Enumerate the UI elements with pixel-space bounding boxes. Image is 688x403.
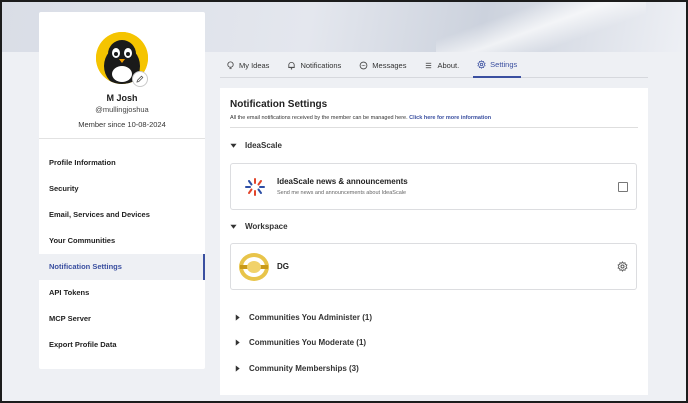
item-description: Send me news and announcements about Ide… (277, 190, 407, 196)
notification-settings-panel: Notification Settings All the email noti… (220, 88, 648, 395)
profile-card: M Josh @mullingjoshua Member since 10-08… (39, 12, 205, 369)
menu-item-notification-settings[interactable]: Notification Settings (39, 254, 205, 280)
caret-right-icon (235, 314, 240, 321)
bell-icon (288, 62, 296, 70)
profile-handle: @mullingjoshua (95, 105, 149, 114)
workspace-logo-icon (239, 253, 269, 281)
tab-messages[interactable]: Messages (355, 54, 410, 78)
profile-name: M Josh (106, 93, 138, 103)
tab-label: Notifications (300, 61, 342, 70)
community-memberships-toggle[interactable]: Community Memberships (3) (234, 364, 359, 373)
workspace-item: DG (230, 243, 637, 290)
profile-menu: Profile Information Security Email, Serv… (39, 150, 205, 358)
tab-label: Settings (490, 60, 518, 69)
banner-decoration (436, 2, 646, 52)
workspace-settings-gear-icon[interactable] (617, 261, 628, 272)
caret-right-icon (235, 339, 240, 346)
page-title: Notification Settings (230, 99, 328, 110)
menu-item-your-communities[interactable]: Your Communities (39, 228, 205, 254)
lightbulb-icon (227, 61, 234, 70)
chat-bubble-icon (359, 61, 368, 70)
edit-avatar-button[interactable] (132, 71, 148, 87)
page-description: All the email notifications received by … (230, 115, 491, 121)
caret-right-icon (235, 365, 240, 372)
tab-label: About. (437, 61, 460, 70)
pencil-icon (136, 75, 144, 83)
collapsible-label: Communities You Moderate (1) (249, 338, 367, 347)
collapsible-label: Community Memberships (3) (249, 364, 359, 373)
menu-item-api-tokens[interactable]: API Tokens (39, 280, 205, 306)
list-icon (426, 62, 432, 69)
profile-tabs: My Ideas Notifications Messages About. S… (220, 54, 648, 78)
description-text: All the email notifications received by … (230, 115, 408, 121)
divider (39, 138, 205, 139)
tab-label: Messages (372, 61, 407, 70)
app-frame: M Josh @mullingjoshua Member since 10-08… (0, 0, 688, 403)
menu-item-security[interactable]: Security (39, 176, 205, 202)
communities-moderate-toggle[interactable]: Communities You Moderate (1) (234, 338, 366, 347)
ideascale-section-toggle[interactable]: IdeaScale (230, 141, 282, 150)
more-info-link[interactable]: Click here for more information (409, 115, 491, 121)
caret-down-icon (230, 143, 237, 148)
ideascale-logo-icon (245, 178, 265, 196)
workspace-section-toggle[interactable]: Workspace (230, 222, 288, 231)
menu-item-export-profile-data[interactable]: Export Profile Data (39, 332, 205, 358)
tab-about[interactable]: About. (420, 54, 463, 78)
member-since: Member since 10-08-2024 (78, 120, 166, 129)
tab-label: My Ideas (239, 61, 270, 70)
section-heading: IdeaScale (245, 141, 282, 150)
gear-icon (477, 60, 486, 69)
menu-item-mcp-server[interactable]: MCP Server (39, 306, 205, 332)
communities-administer-toggle[interactable]: Communities You Administer (1) (234, 313, 372, 322)
menu-item-email-services-devices[interactable]: Email, Services and Devices (39, 202, 205, 228)
caret-down-icon (230, 224, 237, 229)
ideascale-news-checkbox[interactable] (618, 182, 628, 192)
tab-my-ideas[interactable]: My Ideas (222, 54, 273, 78)
workspace-name: DG (277, 262, 289, 271)
section-heading: Workspace (245, 222, 288, 231)
collapsible-label: Communities You Administer (1) (249, 313, 372, 322)
divider (230, 127, 638, 128)
ideascale-news-item: IdeaScale news & announcements Send me n… (230, 163, 637, 210)
tab-settings[interactable]: Settings (473, 54, 522, 78)
menu-item-profile-information[interactable]: Profile Information (39, 150, 205, 176)
item-title: IdeaScale news & announcements (277, 177, 408, 186)
tab-notifications[interactable]: Notifications (283, 54, 345, 78)
